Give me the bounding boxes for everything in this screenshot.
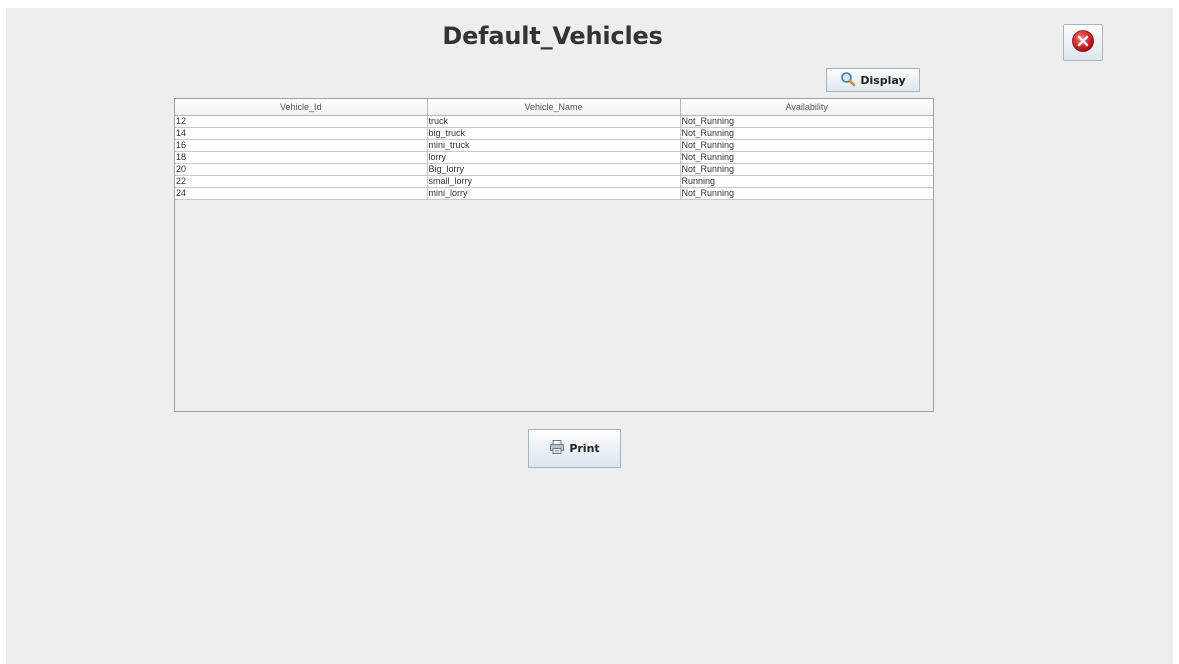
table-row[interactable]: 14 big_truck Not_Running	[175, 127, 933, 140]
cell-vehicle-id: 14	[175, 127, 428, 140]
cell-vehicle-id: 22	[175, 175, 428, 188]
column-header-vehicle-id[interactable]: Vehicle_Id	[175, 99, 428, 116]
cell-availability: Running	[680, 175, 933, 188]
cell-availability: Not_Running	[680, 187, 933, 200]
column-header-vehicle-name[interactable]: Vehicle_Name	[427, 99, 681, 116]
cell-vehicle-id: 18	[175, 151, 428, 164]
search-icon	[840, 71, 856, 90]
table-header-row: Vehicle_Id Vehicle_Name Availability	[175, 99, 933, 116]
table-row[interactable]: 18 lorry Not_Running	[175, 151, 933, 164]
table-row[interactable]: 22 small_lorry Running	[175, 175, 933, 188]
close-icon	[1071, 29, 1095, 56]
cell-vehicle-id: 20	[175, 163, 428, 176]
cell-vehicle-id: 16	[175, 139, 428, 152]
cell-vehicle-name: lorry	[427, 151, 681, 164]
table-row[interactable]: 24 mini_lorry Not_Running	[175, 187, 933, 200]
cell-availability: Not_Running	[680, 127, 933, 140]
print-button-label: Print	[569, 442, 600, 455]
printer-icon	[549, 439, 565, 458]
cell-vehicle-name: mini_lorry	[427, 187, 681, 200]
cell-vehicle-id: 12	[175, 115, 428, 128]
close-button[interactable]	[1063, 24, 1103, 61]
print-button[interactable]: Print	[528, 429, 621, 468]
main-window: Default_Vehicles Display Vehicle_Id Vehi…	[6, 8, 1173, 664]
table-row[interactable]: 16 mini_truck Not_Running	[175, 139, 933, 152]
table-row[interactable]: 12 truck Not_Running	[175, 115, 933, 128]
cell-availability: Not_Running	[680, 163, 933, 176]
cell-vehicle-name: small_lorry	[427, 175, 681, 188]
cell-vehicle-name: Big_lorry	[427, 163, 681, 176]
display-button[interactable]: Display	[826, 68, 920, 92]
cell-vehicle-name: truck	[427, 115, 681, 128]
vehicles-table-container[interactable]: Vehicle_Id Vehicle_Name Availability 12 …	[174, 98, 934, 412]
cell-availability: Not_Running	[680, 139, 933, 152]
display-button-label: Display	[860, 73, 906, 87]
cell-vehicle-name: mini_truck	[427, 139, 681, 152]
cell-vehicle-name: big_truck	[427, 127, 681, 140]
page-title: Default_Vehicles	[442, 22, 663, 50]
vehicles-table: Vehicle_Id Vehicle_Name Availability 12 …	[175, 99, 933, 200]
cell-availability: Not_Running	[680, 151, 933, 164]
table-row[interactable]: 20 Big_lorry Not_Running	[175, 163, 933, 176]
cell-vehicle-id: 24	[175, 187, 428, 200]
column-header-availability[interactable]: Availability	[680, 99, 933, 116]
cell-availability: Not_Running	[680, 115, 933, 128]
